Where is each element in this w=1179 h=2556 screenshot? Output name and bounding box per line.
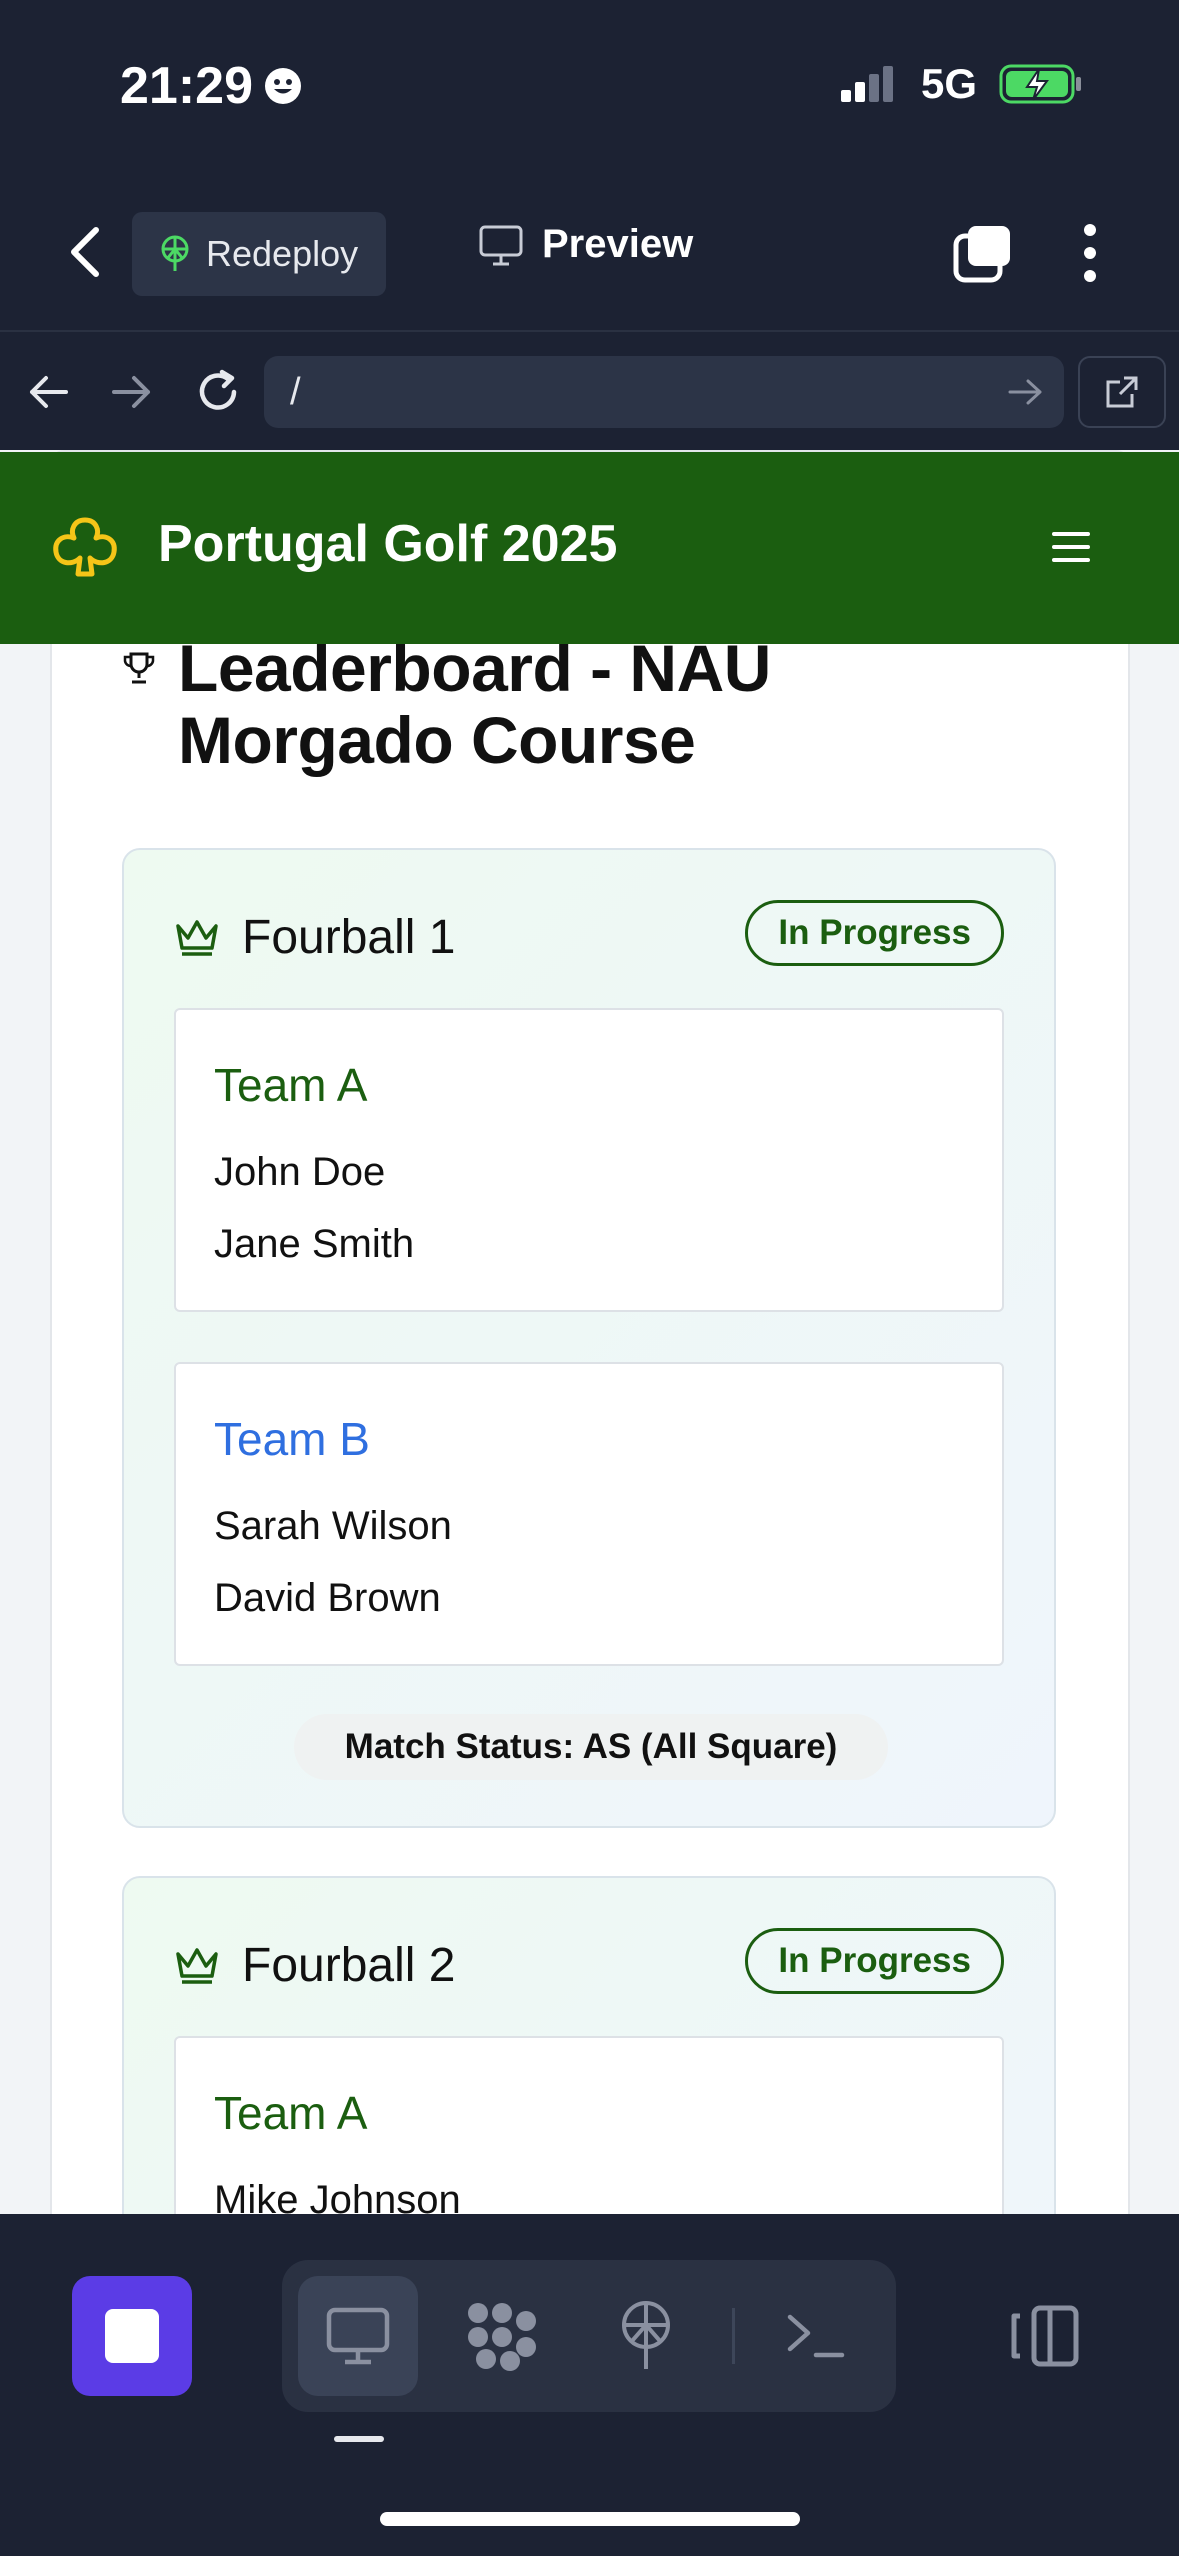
trophy-icon — [123, 652, 155, 684]
tool-separator — [732, 2308, 735, 2364]
fourball-header: Fourball 1 — [174, 910, 455, 965]
kebab-icon[interactable] — [1080, 222, 1100, 284]
external-link-icon — [1106, 376, 1138, 408]
preview-tab[interactable]: Preview — [478, 222, 693, 267]
stop-button[interactable] — [72, 2276, 192, 2396]
stop-icon — [105, 2309, 159, 2363]
crown-icon — [176, 1947, 218, 1984]
network-label: 5G — [920, 60, 977, 107]
status-indicators: 5G — [839, 60, 1083, 108]
team-name: Team A — [214, 2087, 368, 2139]
smiley-icon — [265, 68, 301, 104]
arrow-right-icon[interactable] — [110, 370, 154, 414]
home-indicator[interactable] — [380, 2512, 800, 2526]
arrow-left-icon[interactable] — [26, 370, 70, 414]
player-name: Jane Smith — [214, 1222, 415, 1266]
shell-tool-button[interactable] — [756, 2276, 876, 2396]
fourball-name: Fourball 1 — [242, 911, 456, 964]
url-go-arrow-icon[interactable] — [1006, 376, 1046, 408]
match-status: Match Status: AS (All Square) — [294, 1714, 888, 1780]
player-name: John Doe — [214, 1150, 386, 1194]
app-header: Portugal Golf 2025 — [0, 452, 1179, 644]
battery-charging-icon — [999, 64, 1081, 104]
side-panel-icon[interactable] — [1010, 2304, 1080, 2368]
app-title: Portugal Golf 2025 — [158, 515, 618, 573]
leaderboard-title: Leaderboard - NAU Morgado Course — [178, 632, 978, 776]
deploy-tool-button[interactable] — [586, 2276, 706, 2396]
active-tool-indicator — [334, 2436, 384, 2442]
status-time: 21:29 — [120, 56, 303, 116]
hamburger-icon[interactable] — [1052, 530, 1090, 564]
url-input[interactable]: / — [264, 356, 1064, 428]
fourball-name: Fourball 2 — [242, 1939, 456, 1992]
clock-text: 21:29 — [120, 57, 253, 115]
crown-icon — [176, 919, 218, 956]
packages-tool-button[interactable] — [442, 2276, 562, 2396]
open-external-button[interactable] — [1078, 356, 1166, 428]
team-name: Team B — [214, 1413, 370, 1465]
player-name: Sarah Wilson — [214, 1504, 452, 1548]
team-card: Team B Sarah Wilson David Brown — [174, 1362, 1004, 1666]
club-icon — [53, 517, 117, 577]
fourball-header: Fourball 2 — [174, 1938, 455, 1993]
team-name: Team A — [214, 1059, 368, 1111]
status-badge: In Progress — [745, 1928, 1004, 1994]
toolbar-divider — [0, 330, 1179, 332]
team-card: Team A John Doe Jane Smith — [174, 1008, 1004, 1312]
status-badge: In Progress — [745, 900, 1004, 966]
redeploy-label: Redeploy — [206, 233, 359, 274]
preview-tool-button[interactable] — [298, 2276, 418, 2396]
back-chevron-icon[interactable] — [60, 222, 110, 282]
reload-icon[interactable] — [192, 366, 244, 418]
deploy-icon — [622, 2301, 670, 2369]
monitor-icon — [479, 225, 523, 265]
fourball-card: Fourball 1 In Progress Team A John Doe J… — [122, 848, 1056, 1828]
tabs-icon[interactable] — [952, 222, 1014, 284]
player-name: David Brown — [214, 1576, 441, 1620]
tool-switcher — [282, 2260, 896, 2412]
terminal-icon — [787, 2314, 845, 2358]
preview-label: Preview — [542, 222, 694, 266]
leaderboard-title-line2: Morgado Course — [178, 703, 696, 777]
redeploy-button[interactable]: Redeploy — [132, 212, 386, 296]
packages-icon — [468, 2303, 536, 2371]
monitor-icon — [326, 2307, 390, 2365]
signal-icon — [840, 66, 893, 102]
redeploy-icon — [161, 235, 189, 271]
